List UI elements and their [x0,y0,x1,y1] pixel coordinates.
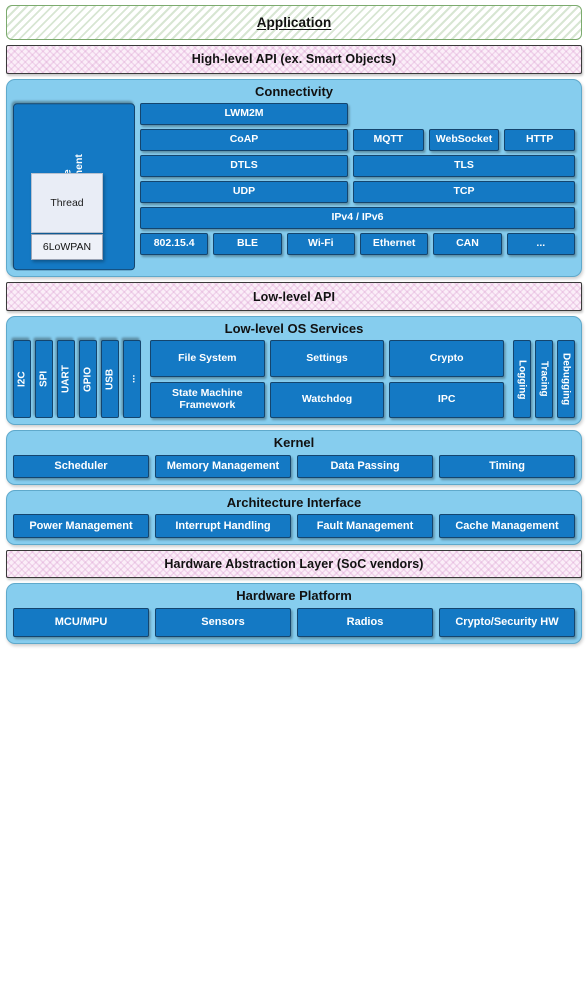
architecture-interface-items-row: Power Management Interrupt Handling Faul… [13,514,575,538]
connectivity-section: Connectivity Device Management LWM2M CoA… [6,78,582,278]
box-mqtt: MQTT [353,128,424,151]
box-wifi: Wi-Fi [286,232,355,255]
kernel-section: Kernel Scheduler Memory Management Data … [6,430,582,485]
box-peripheral-more: ... [123,340,141,419]
box-tls: TLS [353,154,575,177]
architecture-interface-section: Architecture Interface Power Management … [6,489,582,545]
box-spi: SPI [35,340,53,419]
row-dtls-tls: DTLS TLS [140,154,575,177]
box-udp: UDP [140,180,348,203]
peripheral-drivers-column: I2C SPI UART GPIO USB ... [13,340,141,419]
row-lwm2m: LWM2M [140,102,575,125]
box-sensors: Sensors [155,607,291,637]
app-protocols-row: MQTT WebSocket HTTP [353,128,576,151]
os-services-row-2: State Machine Framework Watchdog IPC [150,381,505,419]
box-radios: Radios [297,607,433,637]
box-memory-management: Memory Management [155,454,291,478]
box-file-system: File System [150,340,265,377]
box-gpio: GPIO [79,340,97,419]
box-interrupt-handling: Interrupt Handling [155,514,291,538]
diagnostics-column: Logging Tracing Debugging [513,340,575,419]
box-crypto-security-hw: Crypto/Security HW [439,607,575,637]
application-layer: Application [6,5,582,40]
kernel-title: Kernel [273,435,315,451]
os-services-title: Low-level OS Services [224,320,364,336]
box-uart: UART [57,340,75,419]
box-i2c: I2C [13,340,31,419]
high-level-api-label: High-level API (ex. Smart Objects) [191,52,397,67]
box-mcu-mpu: MCU/MPU [13,607,149,637]
box-cache-management: Cache Management [439,514,575,538]
sixlowpan-overlay-box: 6LoWPAN [31,233,103,260]
box-timing: Timing [439,454,575,478]
box-ipc: IPC [389,381,505,419]
os-services-row-1: File System Settings Crypto [150,340,505,377]
box-link-more: ... [506,232,575,255]
box-logging: Logging [513,340,531,419]
box-crypto: Crypto [389,340,505,377]
low-level-api-label: Low-level API [252,289,336,304]
hal-label: Hardware Abstraction Layer (SoC vendors) [164,556,424,571]
box-ble: BLE [213,232,282,255]
box-tcp: TCP [353,180,575,203]
box-settings: Settings [269,340,385,377]
row-udp-tcp: UDP TCP [140,180,575,203]
box-scheduler: Scheduler [13,454,149,478]
thread-overlay-box: Thread [31,172,103,233]
box-debugging: Debugging [557,340,575,419]
box-http: HTTP [504,128,576,151]
hardware-platform-items-row: MCU/MPU Sensors Radios Crypto/Security H… [13,607,575,637]
box-watchdog: Watchdog [269,381,385,419]
box-coap: CoAP [140,128,348,151]
box-lwm2m: LWM2M [140,102,348,125]
box-power-management: Power Management [13,514,149,538]
connectivity-title: Connectivity [254,83,333,99]
box-data-passing: Data Passing [297,454,433,478]
os-services-body: I2C SPI UART GPIO USB ... File System Se… [13,340,575,419]
row-coap: CoAP MQTT WebSocket HTTP [140,128,576,151]
os-services-section: Low-level OS Services I2C SPI UART GPIO … [6,315,582,426]
application-label: Application [256,14,332,30]
os-services-middle: File System Settings Crypto State Machin… [146,340,508,419]
low-level-api-layer: Low-level API [6,282,582,311]
box-websocket: WebSocket [428,128,500,151]
architecture-interface-title: Architecture Interface [226,494,362,510]
hardware-platform-title: Hardware Platform [236,588,352,604]
row-link-layer: 802.15.4 BLE Wi-Fi Ethernet CAN ... [140,232,575,255]
connectivity-stack: LWM2M CoAP MQTT WebSocket HTTP DTLS TLS [140,102,576,270]
box-dtls: DTLS [140,154,348,177]
box-tracing: Tracing [535,340,553,419]
box-802-15-4: 802.15.4 [140,232,209,255]
kernel-items-row: Scheduler Memory Management Data Passing… [13,454,575,478]
box-fault-management: Fault Management [297,514,433,538]
hardware-platform-section: Hardware Platform MCU/MPU Sensors Radios… [6,583,582,644]
box-usb: USB [101,340,119,419]
row-network-layer: IPv4 / IPv6 [140,206,575,229]
box-state-machine-framework: State Machine Framework [150,381,265,419]
architecture-stack-diagram: Application High-level API (ex. Smart Ob… [0,0,588,649]
high-level-api-layer: High-level API (ex. Smart Objects) [6,44,582,74]
hardware-abstraction-layer: Hardware Abstraction Layer (SoC vendors) [6,549,582,579]
box-ipv4-ipv6: IPv4 / IPv6 [140,206,575,229]
connectivity-body: Device Management LWM2M CoAP MQTT WebSoc… [13,102,576,271]
box-can: CAN [433,232,502,255]
box-ethernet: Ethernet [359,232,429,255]
